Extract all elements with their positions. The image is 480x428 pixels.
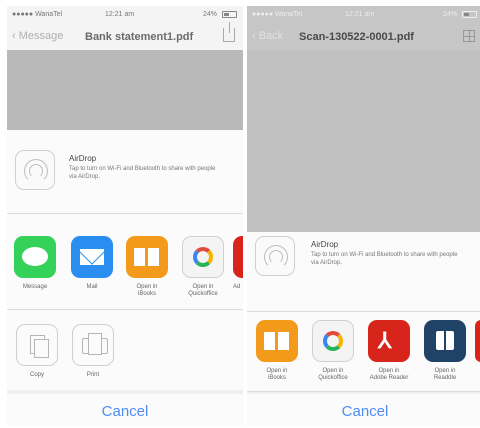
app-label: Open in iBooks	[136, 284, 158, 297]
actions-row: Copy Print	[7, 310, 243, 390]
open-in-quickoffice-button[interactable]: Open in Quickoffice	[181, 236, 225, 298]
nav-bar: ‹ Message Bank statement1.pdf	[7, 22, 243, 50]
ibooks-icon	[126, 236, 168, 278]
airdrop-row[interactable]: AirDrop Tap to turn on Wi-Fi and Bluetoo…	[7, 130, 243, 214]
app-label: Open in Readdle	[433, 368, 457, 381]
airdrop-icon[interactable]	[255, 236, 295, 276]
battery-icon	[222, 11, 237, 18]
cancel-button[interactable]: Cancel	[247, 394, 480, 426]
action-label: Print	[86, 372, 100, 378]
share-apps-row: Open in iBooks Open in Quickoffice ⅄ Ope…	[247, 312, 480, 392]
document-title: Bank statement1.pdf	[85, 31, 194, 43]
airdrop-description: Tap to turn on Wi-Fi and Bluetooth to sh…	[311, 252, 458, 266]
nav-bar: ‹ Back Scan-130522-0001.pdf	[247, 24, 480, 50]
print-icon	[72, 324, 114, 366]
open-in-ibooks-button[interactable]: Open in iBooks	[125, 236, 169, 298]
carrier-label: ●●●●● WanaTel	[252, 11, 303, 18]
print-button[interactable]: Print	[71, 324, 115, 379]
airdrop-row[interactable]: AirDrop Tap to turn on Wi-Fi and Bluetoo…	[247, 232, 480, 312]
mail-icon	[71, 236, 113, 278]
copy-button[interactable]: Copy	[15, 324, 59, 379]
cancel-button[interactable]: Cancel	[7, 394, 243, 426]
action-label: Copy	[29, 372, 44, 378]
airdrop-description: Tap to turn on Wi-Fi and Bluetooth to sh…	[69, 166, 216, 180]
quickoffice-icon	[182, 236, 224, 278]
messages-icon	[14, 236, 56, 278]
app-label: Mail	[86, 284, 98, 290]
ibooks-icon	[256, 320, 298, 362]
status-bar: ●●●●● WanaTel 12:21 am 24%	[247, 6, 480, 24]
adobe-app-button-partial[interactable]: Ad	[233, 236, 243, 291]
document-preview	[7, 50, 243, 130]
app-label: Open in iBooks	[266, 368, 288, 381]
grid-icon[interactable]	[463, 30, 475, 42]
adobe-icon	[233, 236, 243, 278]
mail-app-button[interactable]: Mail	[70, 236, 114, 291]
app-icon-partial	[475, 320, 480, 362]
open-in-adobe-reader-button[interactable]: ⅄ Open in Adobe Reader	[367, 320, 411, 382]
battery-icon	[462, 11, 477, 18]
readdle-icon	[424, 320, 466, 362]
app-label: Message	[22, 284, 48, 290]
clock: 12:21 am	[105, 11, 135, 18]
airdrop-icon[interactable]	[15, 150, 55, 190]
airdrop-title: AirDrop	[311, 240, 339, 249]
back-button[interactable]: ‹ Back	[252, 30, 283, 42]
share-apps-row: Message Mail Open in iBooks Open in Quic…	[7, 214, 243, 310]
battery-percent: 24%	[442, 11, 457, 18]
carrier-label: ●●●●● WanaTel	[12, 11, 63, 18]
status-bar: ●●●●● WanaTel 12:21 am 24%	[7, 6, 243, 24]
document-preview	[247, 50, 480, 232]
airdrop-title: AirDrop	[69, 154, 97, 163]
more-app-partial[interactable]	[475, 320, 480, 362]
adobe-reader-icon: ⅄	[368, 320, 410, 362]
app-label: Ad	[233, 284, 241, 290]
message-app-button[interactable]: Message	[13, 236, 57, 291]
app-label: Open in Quickoffice	[318, 368, 348, 381]
app-label: Open in Quickoffice	[188, 284, 218, 297]
clock: 12:21 am	[345, 11, 375, 18]
battery-percent: 24%	[202, 11, 217, 18]
quickoffice-icon	[312, 320, 354, 362]
open-in-readdle-button[interactable]: Open in Readdle	[423, 320, 467, 382]
left-screen: ●●●●● WanaTel 12:21 am 24% ‹ Message Ban…	[7, 6, 243, 426]
app-label: Open in Adobe Reader	[369, 368, 409, 381]
back-button[interactable]: ‹ Message	[12, 30, 63, 42]
open-in-ibooks-button[interactable]: Open in iBooks	[255, 320, 299, 382]
copy-icon	[16, 324, 58, 366]
document-title: Scan-130522-0001.pdf	[299, 31, 414, 43]
open-in-quickoffice-button[interactable]: Open in Quickoffice	[311, 320, 355, 382]
right-screen: ●●●●● WanaTel 12:21 am 24% ‹ Back Scan-1…	[247, 6, 480, 426]
share-icon[interactable]	[223, 22, 235, 42]
